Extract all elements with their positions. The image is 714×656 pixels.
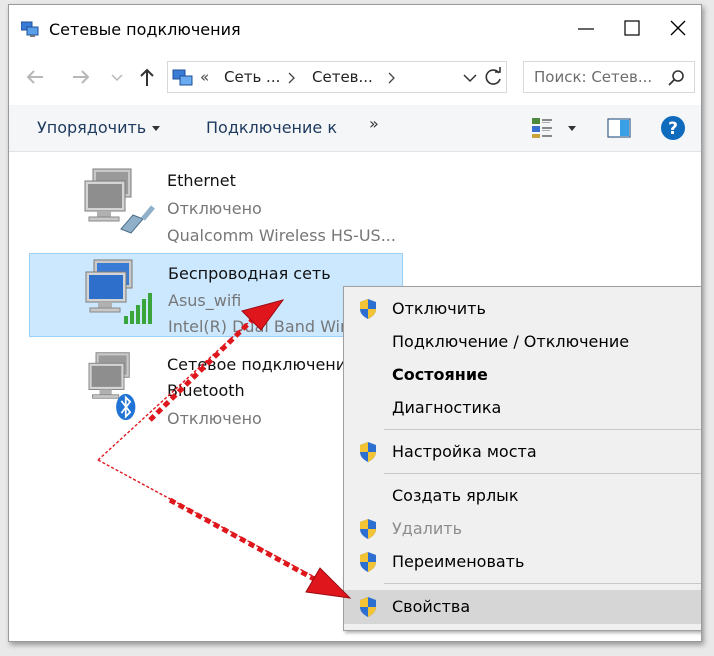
- menu-item-label: Переименовать: [392, 552, 525, 571]
- organize-button[interactable]: Упорядочить: [37, 118, 146, 137]
- connection-name: Беспроводная сеть: [168, 264, 331, 283]
- connection-status: Отключено: [167, 199, 262, 218]
- change-view-icon[interactable]: [531, 117, 555, 139]
- network-connections-icon: [21, 21, 39, 37]
- close-button[interactable]: [655, 5, 701, 51]
- uac-shield-icon: [360, 597, 376, 617]
- view-dropdown-icon[interactable]: [567, 125, 577, 133]
- back-arrow-icon[interactable]: [23, 65, 47, 89]
- connection-status: Bluetooth: [167, 381, 245, 400]
- connection-device: Qualcomm Wireless HS-US...: [167, 226, 396, 245]
- breadcrumb-overflow[interactable]: «: [200, 68, 209, 86]
- connect-to-button[interactable]: Подключение к: [206, 118, 337, 137]
- menu-item-label: Создать ярлык: [392, 486, 519, 505]
- explorer-window: Сетевые подключения « Сеть ... Сетев...: [8, 4, 702, 642]
- connection-name: Сетевое подключение: [167, 355, 356, 374]
- menu-item-label: Отключить: [392, 299, 486, 318]
- uac-shield-icon: [360, 552, 376, 572]
- menu-item-delete: Удалить: [344, 514, 701, 544]
- connection-device: Intel(R) Dual Band Wire: [168, 317, 357, 336]
- breadcrumb-network-connections[interactable]: Сетев...: [312, 68, 373, 86]
- search-icon[interactable]: [668, 69, 686, 87]
- menu-item-label: Диагностика: [392, 398, 502, 417]
- recent-locations-chevron-icon[interactable]: [105, 65, 129, 89]
- connection-name: Ethernet: [167, 171, 236, 190]
- uac-shield-icon: [360, 299, 376, 319]
- maximize-icon: [624, 20, 640, 36]
- preview-pane-icon[interactable]: [607, 118, 631, 138]
- close-icon: [670, 20, 686, 36]
- svg-text:?: ?: [668, 119, 678, 139]
- maximize-button[interactable]: [609, 5, 655, 51]
- wireless-adapter-icon: [85, 259, 152, 324]
- menu-item-rename[interactable]: Переименовать: [344, 547, 701, 577]
- window-title: Сетевые подключения: [49, 20, 241, 39]
- menu-item-create-shortcut[interactable]: Создать ярлык: [344, 481, 701, 511]
- connection-device: Отключено: [167, 409, 262, 428]
- menu-item-disable[interactable]: Отключить: [344, 294, 701, 324]
- address-row: « Сеть ... Сетев... Поиск: Сетев...: [9, 57, 701, 97]
- minimize-icon: [578, 28, 594, 30]
- menu-item-bridge[interactable]: Настройка моста: [344, 437, 701, 467]
- search-placeholder: Поиск: Сетев...: [534, 68, 653, 86]
- menu-item-label: Свойства: [392, 597, 471, 616]
- breadcrumb-separator-icon[interactable]: [286, 72, 296, 84]
- more-commands-button[interactable]: »: [369, 114, 379, 133]
- forward-arrow-icon[interactable]: [69, 65, 93, 89]
- context-menu: Отключить Подключение / Отключение Состо…: [343, 286, 701, 631]
- search-input[interactable]: Поиск: Сетев...: [523, 61, 695, 93]
- title-bar: Сетевые подключения: [9, 5, 701, 51]
- menu-item-label: Удалить: [392, 519, 462, 538]
- up-arrow-icon[interactable]: [135, 65, 159, 89]
- help-icon[interactable]: ?: [660, 115, 686, 141]
- ethernet-adapter-icon: [84, 168, 155, 234]
- organize-dropdown-icon[interactable]: [151, 125, 161, 133]
- refresh-icon[interactable]: [484, 67, 504, 87]
- uac-shield-icon: [360, 442, 376, 462]
- menu-item-connect-disconnect[interactable]: Подключение / Отключение: [344, 327, 701, 357]
- network-folder-icon: [172, 69, 193, 86]
- menu-separator: [384, 583, 701, 584]
- menu-separator: [384, 429, 701, 430]
- connection-status: Asus_wifi: [168, 291, 242, 310]
- breadcrumb-network[interactable]: Сеть ...: [224, 68, 280, 86]
- connection-item-ethernet[interactable]: Ethernet Отключено Qualcomm Wireless HS-…: [29, 159, 403, 245]
- address-bar[interactable]: « Сеть ... Сетев...: [167, 61, 507, 93]
- menu-item-label: Состояние: [392, 365, 488, 384]
- breadcrumb-separator-icon[interactable]: [386, 72, 396, 84]
- command-bar: Упорядочить Подключение к » ?: [9, 105, 701, 152]
- address-history-chevron-icon[interactable]: [462, 72, 478, 84]
- menu-item-status[interactable]: Состояние: [344, 360, 701, 390]
- menu-item-properties[interactable]: Свойства: [344, 590, 701, 624]
- minimize-button[interactable]: [563, 5, 609, 51]
- menu-item-label: Настройка моста: [392, 442, 537, 461]
- menu-item-label: Подключение / Отключение: [392, 332, 630, 351]
- menu-item-diagnose[interactable]: Диагностика: [344, 393, 701, 423]
- uac-shield-icon: [360, 519, 376, 539]
- bluetooth-adapter-icon: [88, 352, 136, 421]
- menu-separator: [384, 473, 701, 474]
